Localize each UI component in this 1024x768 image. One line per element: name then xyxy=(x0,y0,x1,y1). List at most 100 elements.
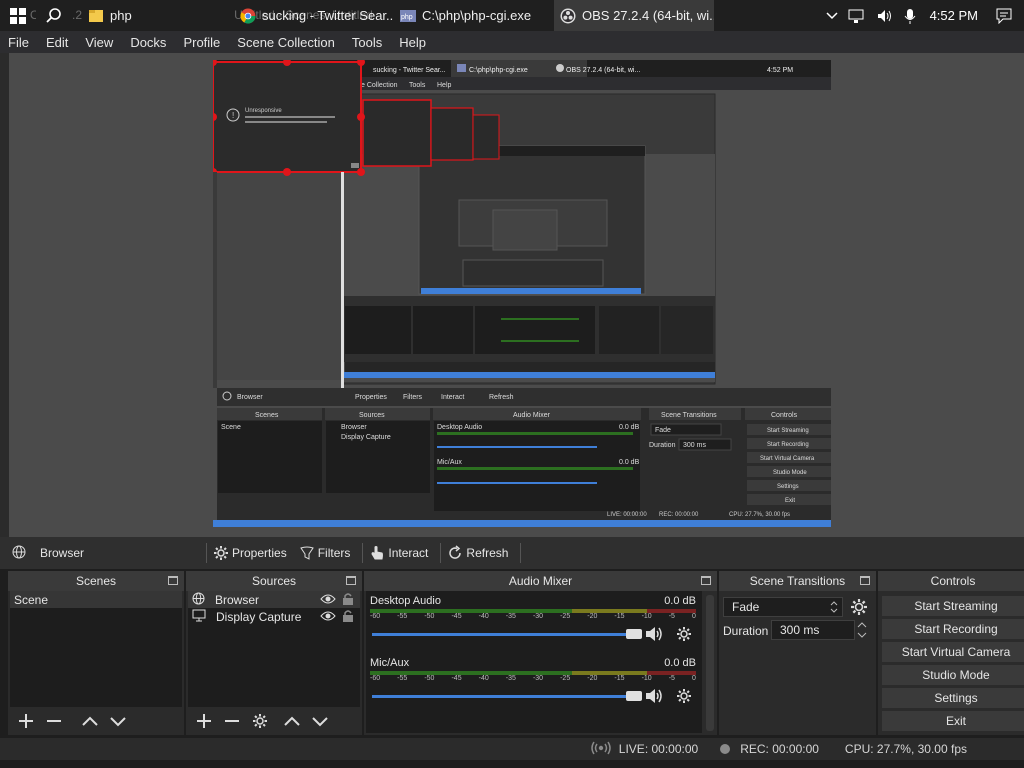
nested-source-browser: Browser xyxy=(341,424,367,431)
volume-fader[interactable] xyxy=(372,691,642,701)
source-item-display-capture[interactable]: Display Capture xyxy=(188,608,360,625)
start-streaming-button[interactable]: Start Streaming xyxy=(882,596,1024,616)
channel-db: 0.0 dB xyxy=(664,657,696,669)
audio-mixer-dock: Audio Mixer Desktop Audio 0.0 dB -60 -55-… xyxy=(364,571,717,735)
undock-icon[interactable] xyxy=(860,576,870,585)
nested-filters: Filters xyxy=(403,394,423,401)
nested-db-mic: 0.0 dB xyxy=(619,459,640,466)
undock-icon[interactable] xyxy=(168,576,178,585)
move-down-icon[interactable] xyxy=(308,709,332,733)
nested-source-display: Display Capture xyxy=(341,434,391,441)
nested-duration-value: 300 ms xyxy=(683,442,706,449)
refresh-label: Refresh xyxy=(466,546,509,560)
globe-icon xyxy=(192,592,205,608)
lock-icon[interactable] xyxy=(342,592,354,609)
transition-select[interactable]: Fade xyxy=(723,597,843,617)
interact-button[interactable]: Interact xyxy=(369,545,428,561)
monitor-icon xyxy=(192,609,206,625)
channel-db: 0.0 dB xyxy=(664,595,696,607)
nested-menu-scene-collection: e Collection xyxy=(361,82,398,89)
rec-time: REC: 00:00:00 xyxy=(740,742,819,756)
filters-label: Filters xyxy=(317,546,351,560)
lock-icon[interactable] xyxy=(342,609,354,626)
start-virtual-camera-button[interactable]: Start Virtual Camera xyxy=(882,642,1024,662)
nested-interact: Interact xyxy=(441,394,464,401)
scene-item-label: Scene xyxy=(14,592,49,607)
volume-icon[interactable] xyxy=(876,8,894,24)
menu-scene-collection[interactable]: Scene Collection xyxy=(237,35,335,50)
menu-file[interactable]: File xyxy=(8,35,29,50)
filters-button[interactable]: Filters xyxy=(299,545,351,561)
chevron-up-icon[interactable] xyxy=(826,11,838,21)
microphone-icon[interactable] xyxy=(904,8,916,24)
studio-mode-button[interactable]: Studio Mode xyxy=(882,665,1024,685)
channel-gear-icon[interactable] xyxy=(676,626,692,645)
search-icon[interactable] xyxy=(36,0,72,31)
add-source-icon[interactable] xyxy=(192,709,216,733)
source-item-browser[interactable]: Browser xyxy=(188,591,360,608)
volume-fader[interactable] xyxy=(372,629,642,639)
taskbar-item-php[interactable]: php xyxy=(82,0,234,31)
nested-ctrl-virtualcam: Start Virtual Camera xyxy=(760,456,815,462)
controls-title: Controls xyxy=(930,574,976,588)
selected-source-name: Browser xyxy=(40,546,85,560)
move-down-icon[interactable] xyxy=(106,709,130,733)
menu-docks[interactable]: Docks xyxy=(130,35,166,50)
undock-icon[interactable] xyxy=(346,576,356,585)
svg-text:php: php xyxy=(401,14,413,21)
taskbar-item-obs[interactable]: OBS 27.2.4 (64-bit, wi... xyxy=(554,0,714,31)
meter-ticks: -60 -55 -50 -45 -40 -35 -30 -25 -20 -15 -10 -5 0 xyxy=(370,675,696,682)
speaker-icon[interactable] xyxy=(644,687,664,708)
menu-edit[interactable]: Edit xyxy=(46,35,68,50)
duration-value: 300 ms xyxy=(780,623,820,637)
settings-button[interactable]: Settings xyxy=(882,688,1024,708)
mixer-scrollbar[interactable] xyxy=(706,595,714,731)
taskbar-item-chrome[interactable]: sucking - Twitter Sear... xyxy=(234,0,394,31)
taskbar: OBS 27.2.4 (64-bit windows) - Profile: U… xyxy=(0,0,1024,31)
meter-ticks: -60 -55 -50 -45 -40 -35 -30 -25 -20 -15 -10 -5 0 xyxy=(370,613,696,620)
duration-input[interactable]: 300 ms xyxy=(771,620,855,640)
sources-list[interactable]: Browser Display Capture xyxy=(188,591,360,707)
network-icon[interactable] xyxy=(848,8,866,24)
start-recording-button[interactable]: Start Recording xyxy=(882,619,1024,639)
clock[interactable]: 4:52 PM xyxy=(930,8,978,23)
remove-source-icon[interactable] xyxy=(220,709,244,733)
move-up-icon[interactable] xyxy=(78,709,102,733)
speaker-icon[interactable] xyxy=(644,625,664,646)
nested-tab-chrome: sucking - Twitter Sear... xyxy=(373,67,446,74)
refresh-button[interactable]: Refresh xyxy=(447,545,508,561)
menu-help[interactable]: Help xyxy=(399,35,426,50)
nested-duration-label: Duration xyxy=(649,442,676,449)
fader-knob[interactable] xyxy=(626,691,642,701)
menu-view[interactable]: View xyxy=(85,35,113,50)
nested-screen-capture: sucking - Twitter Sear... C:\php\php-cgi… xyxy=(213,60,831,527)
record-dot-icon xyxy=(720,744,731,754)
notification-icon[interactable] xyxy=(996,8,1012,24)
spin-updown-icon[interactable] xyxy=(856,620,868,643)
menu-profile[interactable]: Profile xyxy=(183,35,220,50)
taskbar-item-php-cgi[interactable]: php C:\php\php-cgi.exe xyxy=(394,0,554,31)
source-settings-gear-icon[interactable] xyxy=(248,709,272,733)
transition-gear-icon[interactable] xyxy=(850,598,868,619)
scene-item[interactable]: Scene xyxy=(10,591,182,608)
fader-knob[interactable] xyxy=(626,629,642,639)
move-up-icon[interactable] xyxy=(280,709,304,733)
updown-arrow-icon xyxy=(830,600,838,617)
remove-scene-icon[interactable] xyxy=(42,709,66,733)
eye-icon[interactable] xyxy=(320,610,336,625)
scenes-list[interactable]: Scene xyxy=(10,591,182,707)
undock-icon[interactable] xyxy=(701,576,711,585)
menu-tools[interactable]: Tools xyxy=(352,35,382,50)
toolbar-divider xyxy=(520,543,522,563)
duration-label: Duration xyxy=(723,624,769,638)
transition-value: Fade xyxy=(732,600,760,614)
add-scene-icon[interactable] xyxy=(14,709,38,733)
preview-canvas[interactable]: sucking - Twitter Sear... C:\php\php-cgi… xyxy=(0,53,1024,537)
nested-status-rec: REC: 00:00:00 xyxy=(659,512,699,518)
channel-gear-icon[interactable] xyxy=(676,688,692,707)
eye-icon[interactable] xyxy=(320,593,336,608)
nested-menu-help: Help xyxy=(437,82,452,89)
properties-button[interactable]: Properties xyxy=(213,545,287,561)
exit-button[interactable]: Exit xyxy=(882,711,1024,731)
menu-bar: File Edit View Docks Profile Scene Colle… xyxy=(0,31,1024,53)
